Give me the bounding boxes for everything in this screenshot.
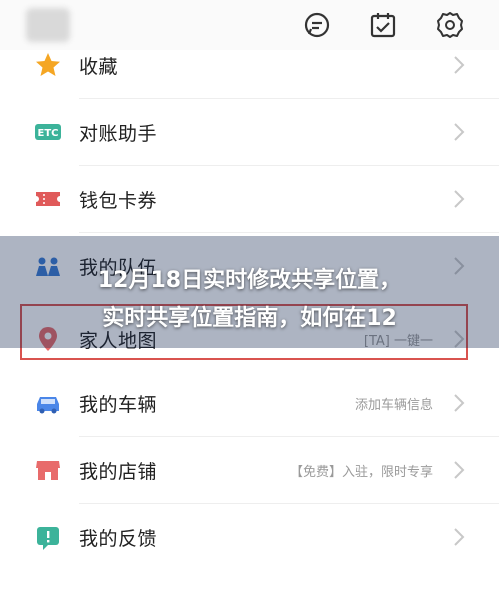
title-overlay: 12月18日实时修改共享位置， 实时共享位置指南，如何在12 bbox=[0, 236, 499, 348]
menu-item-my-feedback[interactable]: 我的反馈 bbox=[0, 504, 499, 570]
star-icon bbox=[36, 53, 60, 76]
overlay-title-line-2: 实时共享位置指南，如何在12 bbox=[102, 306, 397, 331]
menu-item-my-vehicle[interactable]: 我的车辆 添加车辆信息 bbox=[0, 370, 499, 436]
menu-item-hint: 【免费】入驻，限时专享 bbox=[289, 464, 433, 480]
feedback-icon bbox=[37, 527, 59, 550]
car-icon bbox=[37, 397, 59, 414]
menu-item-wallet-coupons[interactable]: 钱包卡券 bbox=[0, 166, 499, 232]
menu-item-label: 我的店铺 bbox=[79, 460, 158, 483]
etc-icon: ETC bbox=[35, 124, 61, 140]
chevron-right-icon bbox=[454, 56, 465, 74]
shop-icon bbox=[36, 461, 60, 480]
overlay-title-line-1: 12月18日实时修改共享位置， bbox=[97, 268, 402, 293]
menu-item-favorites[interactable]: 收藏 bbox=[0, 32, 499, 98]
menu-item-label: 我的反馈 bbox=[79, 527, 158, 550]
menu-item-my-shop[interactable]: 我的店铺 【免费】入驻，限时专享 bbox=[0, 437, 499, 503]
menu-item-hint: 添加车辆信息 bbox=[354, 397, 433, 413]
menu-item-label: 我的车辆 bbox=[79, 393, 158, 416]
menu-item-label: 收藏 bbox=[79, 55, 119, 78]
menu-item-billing-assistant[interactable]: ETC 对账助手 bbox=[0, 99, 499, 165]
menu-item-label: 钱包卡券 bbox=[79, 189, 158, 212]
chevron-right-icon bbox=[454, 461, 465, 479]
chevron-right-icon bbox=[454, 123, 465, 141]
svg-text:ETC: ETC bbox=[38, 128, 59, 139]
chevron-right-icon bbox=[454, 528, 465, 546]
menu-item-label: 对账助手 bbox=[79, 122, 158, 145]
ticket-icon bbox=[36, 192, 60, 206]
chevron-right-icon bbox=[454, 190, 465, 208]
chevron-right-icon bbox=[454, 394, 465, 412]
